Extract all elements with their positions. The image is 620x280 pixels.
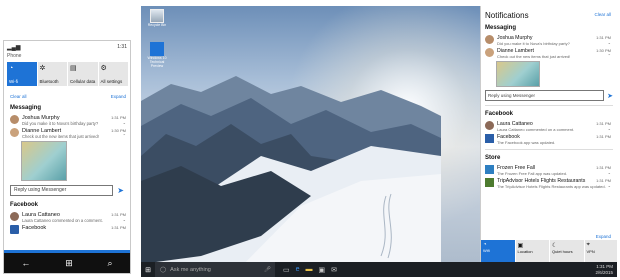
phone-status-bar: ▂▄▆ 1:31 [4, 41, 130, 53]
facebook-header: Facebook [10, 202, 39, 208]
facebook-icon [485, 134, 494, 143]
avatar [10, 212, 19, 221]
chevron-down-icon[interactable]: ⌄ [123, 217, 126, 222]
file-explorer-icon[interactable]: ▬ [306, 266, 313, 274]
avatar [10, 115, 19, 124]
windows-icon [150, 42, 164, 56]
quick-action-cellular[interactable]: ▤ Cellular data [68, 62, 98, 86]
chevron-up-icon[interactable]: ⌃ [123, 133, 126, 138]
avatar [485, 48, 494, 57]
recycle-bin-icon [150, 9, 164, 23]
store-icon[interactable]: ▣ [319, 266, 326, 274]
notification-item[interactable]: Laura Cattaneo Laura Cattaneo commented o… [481, 119, 617, 132]
mail-icon[interactable]: ✉ [331, 266, 337, 274]
chevron-down-icon[interactable]: ⌄ [123, 120, 126, 125]
expand-link[interactable]: Expand [111, 94, 126, 99]
phone-carrier: Phone [7, 53, 22, 59]
search-icon[interactable]: ⌕ [108, 258, 113, 269]
clear-all-link[interactable]: Clear all [10, 94, 27, 99]
start-button[interactable]: ⊞ [141, 266, 155, 274]
gear-icon: ⚙ [100, 65, 107, 72]
phone-nav-bar: ← ⊞ ⌕ [4, 253, 130, 273]
quick-action-wifi[interactable]: ◔ Wifi [481, 240, 515, 262]
frozen-free-fall-icon [485, 165, 494, 174]
messaging-header: Messaging [485, 25, 517, 31]
search-box[interactable]: ◯ Ask me anything 🎤︎ [155, 262, 275, 277]
taskbar: ⊞ ◯ Ask me anything 🎤︎ ▭ e ▬ ▣ ✉ 1:31 PM… [141, 262, 617, 277]
phone-action-center: ▂▄▆ 1:31 Phone ◔ Wi-fi ✲ Bluetooth ▤ Cellul… [3, 40, 131, 274]
system-clock[interactable]: 1:31 PM 2/6/2015 [595, 264, 617, 275]
phone-clock: 1:31 [117, 44, 127, 50]
vpn-icon: ⌖ [586, 242, 590, 248]
avatar [485, 35, 494, 44]
wifi-icon: ◔ [9, 65, 14, 72]
notification-item[interactable]: Facebook 1:31 PM [4, 223, 130, 234]
clear-all-link[interactable]: Clear all [594, 12, 611, 17]
facebook-icon [10, 225, 19, 234]
send-icon[interactable]: ➤ [607, 92, 613, 100]
cortana-icon: ◯ [160, 266, 167, 273]
chevron-down-icon[interactable]: ⌄ [608, 40, 611, 45]
avatar [485, 121, 494, 130]
notification-item[interactable]: Dianne Lambert Check out the new items th… [4, 126, 130, 139]
desktop-icon-windows-preview[interactable]: Windows 10 Technical Preview [145, 42, 169, 68]
avatar [10, 128, 19, 137]
desktop-screen: Recycle Bin Windows 10 Technical Preview… [141, 6, 617, 277]
notification-item[interactable]: Laura Cattaneo Laura Cattaneo commented o… [4, 210, 130, 223]
message-photo [21, 141, 67, 181]
quick-action-wifi[interactable]: ◔ Wi-fi [7, 62, 37, 86]
tripadvisor-icon [485, 178, 494, 187]
reply-input[interactable]: Reply using Messenger [485, 90, 605, 101]
task-view-icon[interactable]: ▭ [283, 266, 290, 274]
expand-link[interactable]: Expand [596, 234, 611, 239]
notification-item[interactable]: Dianne Lambert Check out the new items th… [481, 46, 617, 59]
action-center-panel: Notifications Clear all Messaging Joshua… [480, 6, 617, 262]
chevron-up-icon[interactable]: ⌃ [608, 53, 611, 58]
phone-quick-actions: ◔ Wi-fi ✲ Bluetooth ▤ Cellular data ⚙ All se… [7, 62, 128, 86]
reply-input[interactable]: Reply using Messenger [10, 185, 114, 196]
edge-icon[interactable]: e [296, 266, 300, 274]
back-icon[interactable]: ← [21, 258, 30, 268]
notification-item[interactable]: Joshua Murphy Did you make it to Nova's b… [481, 33, 617, 46]
chevron-down-icon[interactable]: ⌄ [608, 126, 611, 131]
quick-action-bluetooth[interactable]: ✲ Bluetooth [37, 62, 67, 86]
quick-actions: ◔ Wifi ▣ Location ☾ Quiet hours ⌖ VPN [481, 240, 617, 262]
cellular-icon: ▤ [70, 65, 77, 72]
quick-action-settings[interactable]: ⚙ All settings [98, 62, 128, 86]
store-header: Store [485, 155, 501, 161]
notification-item[interactable]: Frozen Free Fall The Frozen Free Fall app… [481, 163, 617, 176]
quick-action-quiet-hours[interactable]: ☾ Quiet hours [550, 240, 584, 262]
chevron-down-icon[interactable]: ⌄ [608, 170, 611, 175]
notification-item[interactable]: Facebook The Facebook app was updated. 1:… [481, 132, 617, 145]
bluetooth-icon: ✲ [39, 65, 46, 72]
notification-item[interactable]: Joshua Murphy Did you make it to Nova's b… [4, 113, 130, 126]
signal-icon: ▂▄▆ [7, 44, 21, 51]
desktop-icon-recycle-bin[interactable]: Recycle Bin [145, 9, 169, 27]
windows-icon[interactable]: ⊞ [65, 258, 73, 269]
messaging-header: Messaging [10, 105, 42, 111]
notification-item[interactable]: TripAdvisor Hotels Flights Restaurants Th… [481, 176, 617, 189]
moon-icon: ☾ [552, 243, 558, 249]
quick-action-location[interactable]: ▣ Location [515, 240, 549, 262]
microphone-icon[interactable]: 🎤︎ [264, 267, 275, 273]
location-icon: ▣ [517, 243, 524, 249]
facebook-header: Facebook [485, 111, 514, 117]
chevron-down-icon[interactable]: ⌄ [608, 183, 611, 188]
message-photo [496, 61, 540, 87]
send-icon[interactable]: ➤ [117, 186, 124, 195]
quick-action-vpn[interactable]: ⌖ VPN [584, 240, 617, 262]
